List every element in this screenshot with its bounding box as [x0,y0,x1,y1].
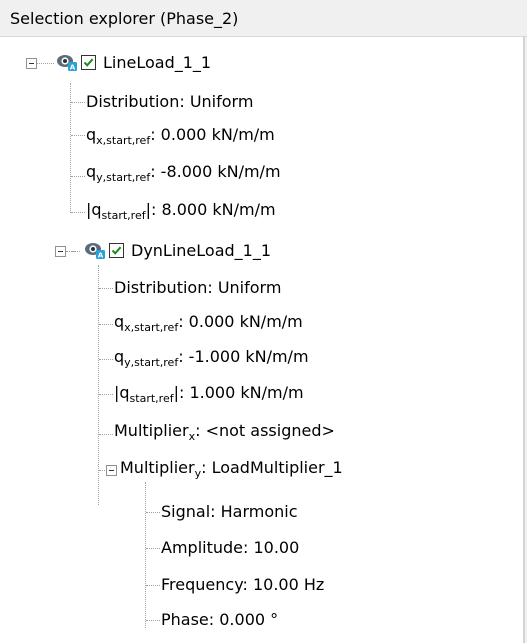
property-distribution: Distribution: Uniform [114,278,282,297]
tree-line [99,434,113,435]
qabs-value: |: 8.000 kN/m/m [145,200,276,219]
qy-subscript: y,start,ref [124,356,179,369]
qabs-subscript: start,ref [129,392,174,405]
tree-line [66,251,80,252]
property-phase: Phase: 0.000 ° [161,610,279,629]
qx-symbol: q [114,312,125,331]
tree-line [71,135,85,136]
qx-value: : 0.000 kN/m/m [150,125,275,144]
multiplier-x-prefix: Multiplier [114,421,189,440]
panel-title: Selection explorer (Phase_2) [10,9,239,28]
qy-subscript: y,start,ref [96,171,151,184]
qabs-prefix: |q [86,200,102,219]
tree-line [71,102,85,103]
tree-line [146,512,160,513]
tree-view[interactable]: A LineLoad_1_1 Distribution: Uniform qx,… [0,37,525,643]
qx-value: : 0.000 kN/m/m [178,312,303,331]
dyn-line-load-node-label[interactable]: DynLineLoad_1_1 [131,236,271,266]
svg-text:A: A [98,252,104,260]
tree-line [146,548,160,549]
property-qy-start-ref: qy,start,ref: -8.000 kN/m/m [86,157,281,187]
tree-line [99,288,113,289]
property-qx-start-ref: qx,start,ref: 0.000 kN/m/m [114,307,303,337]
qy-value: : -1.000 kN/m/m [178,347,309,366]
tree-line [71,212,85,213]
qy-value: : -8.000 kN/m/m [150,162,281,181]
panel-header: Selection explorer (Phase_2) [0,0,527,37]
qabs-subscript: start,ref [101,209,146,222]
property-multiplier-x: Multiplierx: <not assigned> [114,416,335,446]
tree-line [71,176,85,177]
dyn-line-load-checkbox[interactable] [109,243,124,258]
property-q-abs-start-ref: |qstart,ref|: 8.000 kN/m/m [86,195,276,225]
tree-line [146,620,160,621]
property-distribution: Distribution: Uniform [86,92,254,111]
property-qy-start-ref: qy,start,ref: -1.000 kN/m/m [114,342,309,372]
tree-line [99,470,105,471]
tree-line [99,359,113,360]
tree-line [37,63,54,64]
multiplier-y-value: : LoadMultiplier_1 [201,458,343,477]
qy-symbol: q [86,162,97,181]
visibility-eye-icon[interactable]: A [56,52,78,72]
property-multiplier-y[interactable]: Multipliery: LoadMultiplier_1 [120,453,343,483]
qabs-prefix: |q [114,383,130,402]
line-load-node-label[interactable]: LineLoad_1_1 [103,48,211,78]
tree-line [146,585,160,586]
collapse-expander[interactable] [55,246,66,257]
property-amplitude: Amplitude: 10.00 [161,538,300,557]
qabs-value: |: 1.000 kN/m/m [173,383,304,402]
qx-symbol: q [86,125,97,144]
svg-text:A: A [70,64,76,72]
multiplier-x-value: : <not assigned> [195,421,335,440]
property-signal: Signal: Harmonic [161,502,298,521]
qy-symbol: q [114,347,125,366]
tree-line [99,324,113,325]
property-qx-start-ref: qx,start,ref: 0.000 kN/m/m [86,120,275,150]
qx-subscript: x,start,ref [96,134,151,147]
line-load-checkbox[interactable] [81,55,96,70]
qx-subscript: x,start,ref [124,321,179,334]
multiplier-y-prefix: Multiplier [120,458,195,477]
selection-explorer-panel: Selection explorer (Phase_2) A LineLoad_… [0,0,527,643]
tree-line [99,394,113,395]
property-frequency: Frequency: 10.00 Hz [161,575,325,594]
collapse-expander[interactable] [106,465,117,476]
tree-line [98,265,99,505]
visibility-eye-icon[interactable]: A [84,240,106,260]
collapse-expander[interactable] [26,58,37,69]
property-q-abs-start-ref: |qstart,ref|: 1.000 kN/m/m [114,378,304,408]
tree-line [145,482,146,628]
